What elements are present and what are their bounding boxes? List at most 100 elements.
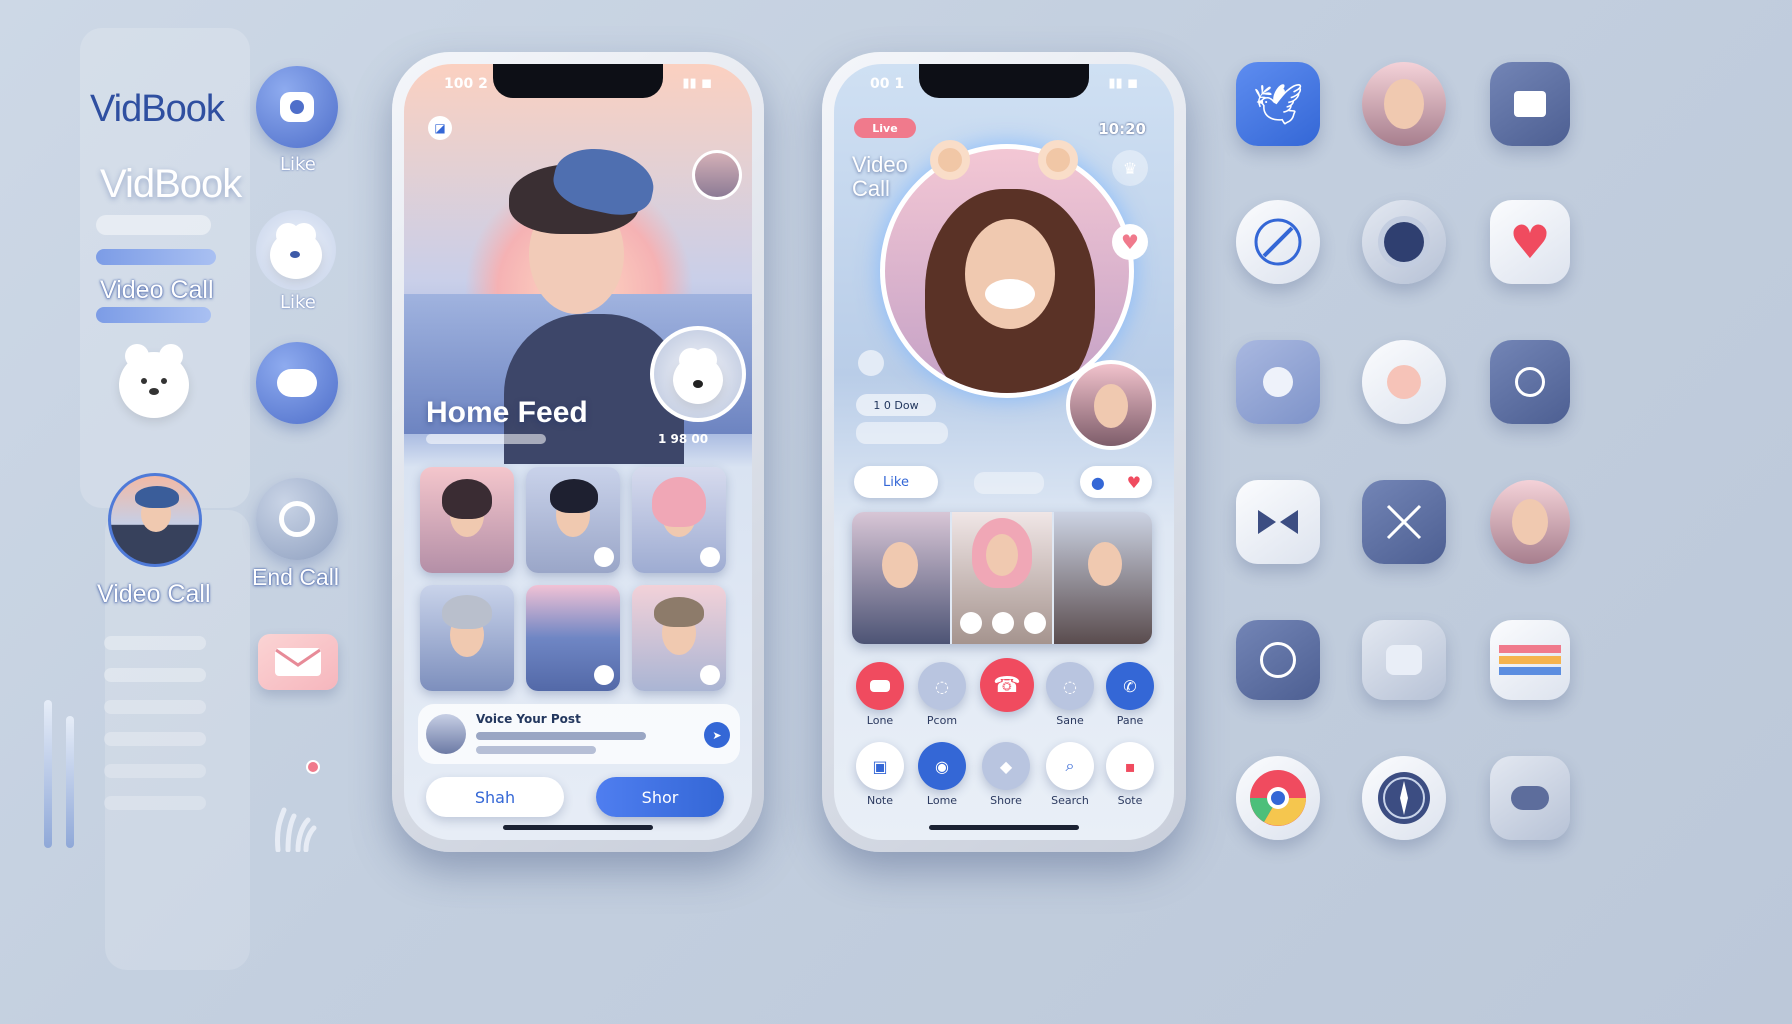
compass-app-icon[interactable] — [1236, 200, 1320, 284]
gear-icon — [1384, 222, 1424, 262]
feed-tile[interactable] — [632, 585, 726, 691]
control-button-1[interactable] — [856, 662, 904, 710]
note-icon: ▣ — [872, 756, 888, 776]
live-badge: Live — [854, 118, 916, 138]
self-preview[interactable] — [1066, 360, 1156, 450]
puzzle-app-icon[interactable] — [1362, 620, 1446, 700]
control-button-10[interactable]: ▪ — [1106, 742, 1154, 790]
control-button-7[interactable]: ◉ — [918, 742, 966, 790]
status-battery-icon: ▮▮ ◼ — [1108, 76, 1138, 91]
placeholder-pill — [104, 732, 206, 746]
like-label: Like — [280, 154, 316, 175]
like-button[interactable] — [256, 66, 338, 148]
brand-logo-primary: VidBook — [90, 88, 225, 130]
main-caller-video — [880, 144, 1134, 398]
share-button-right[interactable]: Shor — [596, 777, 724, 817]
placeholder-pill — [96, 215, 211, 235]
avatar-app-icon-2[interactable] — [1490, 480, 1570, 564]
mute-icon[interactable] — [960, 612, 982, 634]
palette-app-icon[interactable] — [1490, 620, 1570, 700]
phone-home-feed: 100 2 ▮▮ ◼ ◪ Home Feed 1 98 00 Voice You… — [392, 52, 764, 852]
clock-app-icon[interactable] — [1236, 620, 1320, 700]
pill-app-icon[interactable] — [1236, 340, 1320, 424]
chrome-app-icon[interactable] — [1236, 756, 1320, 840]
phone-off-icon — [279, 501, 315, 537]
pet-avatar[interactable] — [650, 326, 746, 422]
phone-notch — [919, 64, 1089, 98]
post-composer[interactable]: Voice Your Post ➤ — [418, 704, 740, 764]
wifi-app-icon[interactable] — [1490, 340, 1570, 424]
info-icon[interactable] — [858, 350, 884, 376]
feed-tile[interactable] — [526, 585, 620, 691]
stylus-icon — [44, 700, 52, 848]
placeholder-pill — [104, 700, 206, 714]
play-icon — [594, 665, 614, 685]
feed-tile[interactable] — [420, 467, 514, 573]
home-indicator — [929, 825, 1079, 830]
crown-icon[interactable]: ♛ — [1112, 150, 1148, 186]
brand-logo-secondary: VidBook — [100, 162, 242, 206]
feed-subtitle-bar — [426, 434, 546, 444]
heart-icon[interactable]: ♥ — [1112, 224, 1148, 260]
status-time: 00 1 — [870, 76, 905, 92]
status-time: 100 2 — [444, 76, 488, 92]
chat-icon — [1387, 365, 1421, 399]
avatar-icon — [1512, 499, 1548, 545]
safari-app-icon[interactable] — [1362, 756, 1446, 840]
feed-tile[interactable] — [420, 585, 514, 691]
end-call-button[interactable]: ☎ — [980, 658, 1034, 712]
feed-tile[interactable] — [632, 467, 726, 573]
avatar-app-icon[interactable] — [1362, 62, 1446, 146]
share-button-left[interactable]: Shah — [426, 777, 564, 817]
play-icon — [700, 665, 720, 685]
more-icon[interactable] — [1024, 612, 1046, 634]
send-icon[interactable]: ➤ — [704, 722, 730, 748]
control-label: Pane — [1116, 714, 1144, 727]
chat-app-icon[interactable] — [1362, 340, 1446, 424]
control-button-6[interactable]: ▣ — [856, 742, 904, 790]
control-label: Sote — [1117, 794, 1143, 807]
control-button-2[interactable]: ◌ — [918, 662, 966, 710]
bowtie-app-icon[interactable] — [1236, 480, 1320, 564]
stat-pill: 1 0 Dow — [856, 394, 936, 416]
control-button-5[interactable]: ✆ — [1106, 662, 1154, 710]
heart-icon[interactable]: ♥ — [1127, 473, 1141, 492]
placeholder-pill — [104, 796, 206, 810]
end-call-button[interactable] — [256, 478, 338, 560]
phone-video-call: 00 1 ▮▮ ◼ Live 10:20 Video Call ♛ ♥ 1 0 … — [822, 52, 1186, 852]
feed-tile[interactable] — [526, 467, 620, 573]
control-button-8[interactable]: ◆ — [982, 742, 1030, 790]
heart-app-icon[interactable]: ♥ — [1490, 200, 1570, 284]
wifi-icon — [1515, 367, 1545, 397]
close-icon — [1386, 504, 1422, 540]
twitter-app-icon[interactable]: 🕊 — [1236, 62, 1320, 146]
mic-icon[interactable]: ● — [1091, 473, 1105, 492]
bear-icon — [118, 344, 190, 418]
camera-icon[interactable] — [992, 612, 1014, 634]
close-app-icon[interactable] — [1362, 480, 1446, 564]
settings-app-icon[interactable] — [1362, 200, 1446, 284]
reaction-group[interactable]: ● ♥ — [1080, 466, 1152, 498]
mail-button[interactable] — [258, 634, 338, 690]
cloud-app-icon[interactable] — [1490, 756, 1570, 840]
post-title: Voice Your Post — [476, 712, 581, 726]
control-button-9[interactable]: ⌕ — [1046, 742, 1094, 790]
camera-icon — [1514, 91, 1546, 117]
bear-like-button[interactable] — [256, 210, 336, 290]
message-button[interactable] — [256, 342, 338, 424]
share-icon: ◆ — [999, 756, 1013, 776]
call-title-line1: Video — [852, 152, 908, 177]
camera-app-icon[interactable] — [1490, 62, 1570, 146]
user-avatar[interactable] — [692, 150, 742, 200]
participant-video[interactable] — [1054, 512, 1152, 644]
app-logo-icon[interactable]: ◪ — [428, 116, 452, 140]
control-label: Shore — [990, 794, 1022, 807]
sidebar-avatar[interactable] — [108, 473, 202, 567]
placeholder-pill — [104, 636, 206, 650]
control-button-4[interactable]: ◌ — [1046, 662, 1094, 710]
home-icon: ◉ — [935, 756, 949, 776]
like-button[interactable]: Like — [854, 466, 938, 498]
participant-video[interactable] — [852, 512, 950, 644]
status-battery-icon: ▮▮ ◼ — [682, 76, 712, 91]
placeholder-pill-blue — [96, 307, 211, 323]
